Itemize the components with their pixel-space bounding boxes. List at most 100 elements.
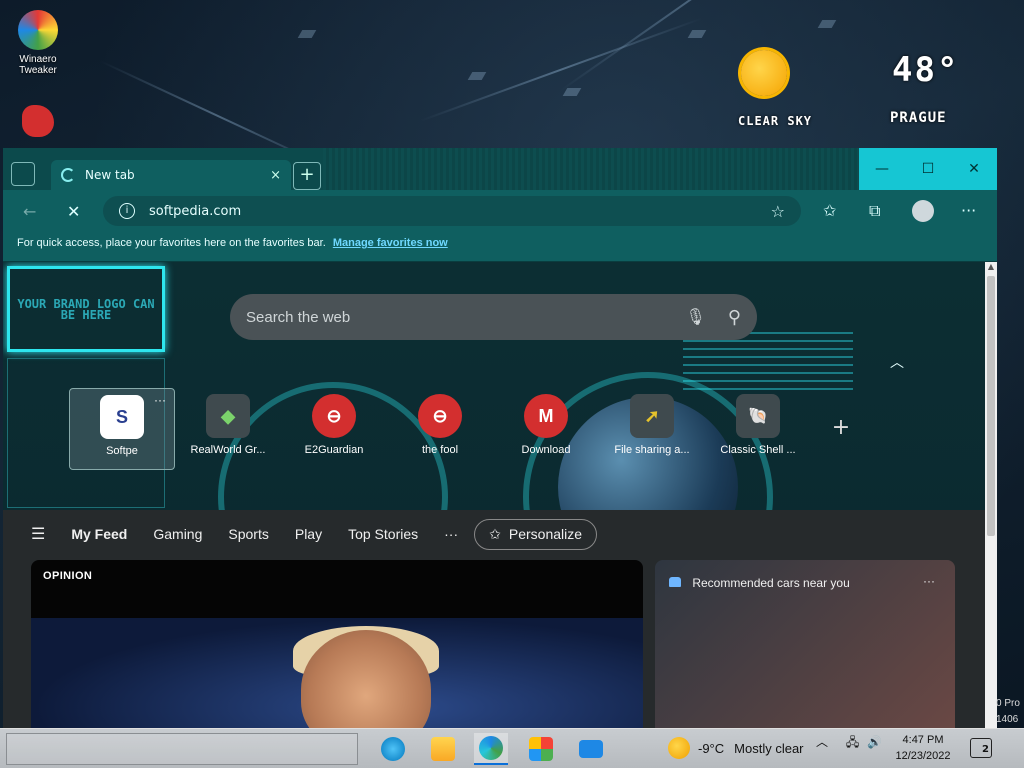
os-watermark: 0 Pro 1406 [996,696,1020,728]
media-player-icon [381,737,405,761]
taskbar-media-player[interactable] [376,733,410,765]
system-tray: ︿ 🖧 🔊 [816,733,882,754]
taskbar-search-area[interactable] [6,733,358,765]
taskbar-store[interactable] [524,733,558,765]
feed-area: OPINION Recommended cars near you ··· [3,558,985,728]
quick-link-label: Softpe [106,445,138,457]
e2guardian-icon: ⊖ [312,394,356,438]
title-bar: New tab × + — ☐ ✕ [3,148,997,190]
quick-link-label: Classic Shell ... [720,444,796,456]
minimize-button[interactable]: — [859,148,905,190]
weather-condition: CLEAR SKY [738,114,813,128]
search-placeholder: Search the web [246,308,351,326]
volume-icon[interactable]: 🔊 [867,735,882,749]
taskbar-edge[interactable] [474,733,508,765]
quick-link-label: E2Guardian [304,444,364,456]
quick-link-file-sharing[interactable]: ➚ File sharing a... [599,388,705,470]
card-more-button[interactable]: ··· [923,574,935,588]
watermark-line: 1406 [996,714,1019,725]
tab-gaming[interactable]: Gaming [153,526,202,542]
tab-new-tab[interactable]: New tab × [51,160,291,190]
favorites-icon[interactable]: ✩ [823,201,836,220]
stop-loading-icon[interactable]: ✕ [67,202,80,221]
quick-link-classic-shell[interactable]: 🐚 Classic Shell ... [705,388,811,470]
quick-link-the-fool[interactable]: ⊖ the fool [387,388,493,470]
taskbar-clock[interactable]: 4:47 PM 12/23/2022 [884,732,962,764]
favorites-bar: For quick access, place your favorites h… [3,232,997,262]
quick-link-softpedia[interactable]: ··· S Softpe [69,388,175,470]
search-icon[interactable]: ⚲ [728,307,741,328]
mail-icon [579,740,603,758]
close-button[interactable]: ✕ [951,148,997,190]
url-text[interactable]: softpedia.com [149,204,241,219]
tab-title: New tab [85,168,135,182]
microphone-icon[interactable]: 🎙 [686,307,706,327]
loading-icon [61,168,75,182]
quick-link-label: Download [521,444,571,456]
taskbar-temperature: -9°C [698,740,725,756]
softpedia-icon: S [100,395,144,439]
quick-link-label: RealWorld Gr... [190,444,266,456]
window-controls: — ☐ ✕ [859,148,997,190]
classic-shell-icon: 🐚 [736,394,780,438]
taskbar-weather[interactable]: -9°C Mostly clear [668,737,804,759]
tab-actions-button[interactable] [11,162,35,186]
url-field[interactable]: i softpedia.com ☆ [103,196,801,226]
address-bar: ← ✕ i softpedia.com ☆ ✩ ⧉ ··· [3,190,997,232]
site-info-icon[interactable]: i [119,203,135,219]
tab-close-button[interactable]: × [270,168,281,183]
titlebar-decoration [323,148,859,190]
quick-link-label: File sharing a... [614,444,690,456]
car-icon [669,577,681,587]
desktop-icon-winaero[interactable]: Winaero Tweaker [8,10,68,76]
notification-center-icon[interactable]: 2 [970,738,992,758]
mega-icon: M [524,394,568,438]
settings-more-icon[interactable]: ··· [961,201,976,220]
quick-link-menu-icon[interactable]: ··· [154,393,166,407]
new-tab-button[interactable]: + [293,162,321,190]
search-box[interactable]: Search the web 🎙 ⚲ [230,294,757,340]
tab-top-stories[interactable]: Top Stories [348,526,418,542]
chevron-up-icon[interactable]: ︿ [816,735,828,749]
taskbar-mail[interactable] [574,733,608,765]
weather-temperature: 48° [892,50,960,90]
hamburger-menu-icon[interactable]: ☰ [31,524,45,544]
desktop-icon-label: Winaero Tweaker [19,54,57,76]
collections-icon[interactable]: ⧉ [869,201,880,221]
scroll-up-arrow-icon[interactable]: ▲ [985,262,997,271]
profile-avatar[interactable] [912,200,934,222]
recommended-cars-card[interactable]: Recommended cars near you ··· [655,560,955,728]
maximize-button[interactable]: ☐ [905,148,951,190]
quick-link-e2guardian[interactable]: ⊖ E2Guardian [281,388,387,470]
desktop-icon-app2[interactable] [8,105,68,141]
edge-icon [479,736,503,760]
taskbar-condition: Mostly clear [734,740,804,756]
chevron-up-icon[interactable]: ︿ [890,352,904,372]
tab-play[interactable]: Play [295,526,322,542]
folder-icon [431,737,455,761]
new-tab-page: YOUR BRAND LOGO CAN BE HERE Search the w… [3,262,985,728]
tab-my-feed[interactable]: My Feed [71,526,127,542]
back-arrow-icon[interactable]: ← [23,202,36,221]
add-quick-link-button[interactable]: + [811,388,871,470]
personalize-star-icon: ✩ [489,525,501,542]
network-icon[interactable]: 🖧 [846,735,859,749]
add-favorite-icon[interactable]: ☆ [771,202,785,221]
page-scrollbar[interactable]: ▲ [985,262,997,728]
manage-favorites-link[interactable]: Manage favorites now [333,237,448,249]
taskbar-file-explorer[interactable] [426,733,460,765]
feed-navigation: ☰ My Feed Gaming Sports Play Top Stories… [3,510,985,558]
feed-more-button[interactable]: ··· [444,526,458,542]
personalize-button[interactable]: ✩ Personalize [474,518,598,550]
clock-time: 4:47 PM [902,734,944,746]
quick-link-download[interactable]: M Download [493,388,599,470]
quick-link-realworld[interactable]: ◆ RealWorld Gr... [175,388,281,470]
sun-icon [741,50,787,96]
tab-sports[interactable]: Sports [228,526,268,542]
taskbar: -9°C Mostly clear ︿ 🖧 🔊 4:47 PM 12/23/20… [0,728,1024,768]
the-fool-icon: ⊖ [418,394,462,438]
realworld-icon: ◆ [206,394,250,438]
news-card-opinion[interactable]: OPINION [31,560,643,728]
scrollbar-thumb[interactable] [987,276,995,536]
brand-logo-placeholder: YOUR BRAND LOGO CAN BE HERE [7,266,165,352]
